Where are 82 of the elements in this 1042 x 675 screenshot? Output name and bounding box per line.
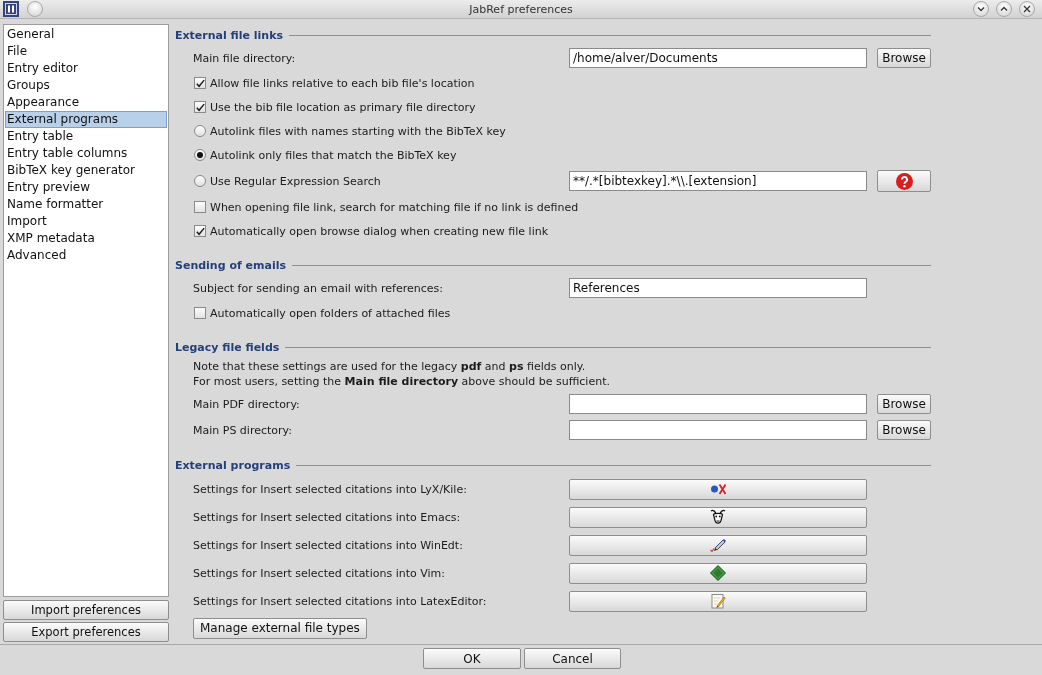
checkbox-label: Automatically open folders of attached files	[210, 306, 451, 320]
field-label: Main file directory:	[193, 51, 297, 65]
sidebar-item[interactable]: Name formatter	[5, 196, 167, 213]
text-field[interactable]	[569, 420, 867, 440]
dialog-button[interactable]: OK	[423, 648, 521, 669]
check-icon	[195, 226, 205, 236]
minimize-button[interactable]	[973, 1, 989, 17]
sidebar-item[interactable]: Entry preview	[5, 179, 167, 196]
manage-file-types-button[interactable]: Manage external file types	[193, 617, 367, 639]
sidebar-item[interactable]: Appearance	[5, 94, 167, 111]
checkbox[interactable]	[194, 201, 206, 213]
logo-icon	[710, 481, 726, 497]
checkbox[interactable]	[194, 101, 206, 113]
window-menu-button[interactable]	[27, 1, 43, 17]
checkbox-label: Allow file links relative to each bib file's location	[210, 76, 475, 90]
browse-button[interactable]: Browse	[877, 420, 931, 440]
sidebar-item[interactable]: BibTeX key generator	[5, 162, 167, 179]
close-icon	[1023, 5, 1031, 13]
text-field[interactable]	[569, 394, 867, 414]
checkbox-label: Use the bib file location as primary file directory	[210, 100, 476, 114]
field-label: Settings for Insert selected citations into Vim:	[193, 566, 446, 580]
field-label: Main PS directory:	[193, 423, 293, 437]
check-icon	[195, 78, 205, 88]
diamond-icon	[710, 565, 726, 581]
field-label: Subject for sending an email with references:	[193, 281, 445, 295]
checkbox[interactable]	[194, 77, 206, 89]
sidebar-item[interactable]: Groups	[5, 77, 167, 94]
note-text: Note that these settings are used for the legacy pdf and ps fields only.	[193, 359, 587, 374]
chevron-down-icon	[977, 5, 985, 13]
chevron-up-icon	[1000, 5, 1008, 13]
section-title: External programs	[175, 458, 291, 472]
settings-button[interactable]	[569, 590, 867, 612]
field-label: Settings for Insert selected citations into LatexEditor:	[193, 594, 488, 608]
radio-label: Autolink only files that match the BibTeX key	[210, 148, 457, 162]
notepad-pencil-icon	[710, 593, 726, 609]
radio-label: Use Regular Expression Search	[210, 174, 381, 188]
close-button[interactable]	[1019, 1, 1035, 17]
pen-icon	[710, 537, 726, 553]
window-title: JabRef preferences	[469, 2, 573, 16]
radio-button[interactable]	[194, 175, 206, 187]
sidebar-item[interactable]: XMP metadata	[5, 230, 167, 247]
section-title: Legacy file fields	[175, 340, 280, 354]
help-icon	[895, 172, 913, 190]
field-label: Settings for Insert selected citations into WinEdt:	[193, 538, 464, 552]
radio-button[interactable]	[194, 149, 206, 161]
animal-head-icon	[710, 509, 726, 525]
radio-button[interactable]	[194, 125, 206, 137]
sidebar-item[interactable]: Entry editor	[5, 60, 167, 77]
maximize-button[interactable]	[996, 1, 1012, 17]
settings-button[interactable]	[569, 478, 867, 500]
sidebar-item[interactable]: Entry table columns	[5, 145, 167, 162]
dialog-button[interactable]: Cancel	[524, 648, 621, 669]
checkbox-label: When opening file link, search for matching file if no link is defined	[210, 200, 579, 214]
sidebar-item[interactable]: File	[5, 43, 167, 60]
sidebar-item[interactable]: Entry table	[5, 128, 167, 145]
sidebar-item[interactable]: Import	[5, 213, 167, 230]
field-label: Settings for Insert selected citations into LyX/Kile:	[193, 482, 468, 496]
help-button[interactable]	[877, 170, 931, 192]
section-title: External file links	[175, 28, 284, 42]
radio-label: Autolink files with names starting with the BibTeX key	[210, 124, 506, 138]
sidebar-item[interactable]: Advanced	[5, 247, 167, 264]
field-label: Settings for Insert selected citations into Emacs:	[193, 510, 462, 524]
sidebar-item[interactable]: General	[5, 26, 167, 43]
checkbox[interactable]	[194, 225, 206, 237]
settings-button[interactable]	[569, 562, 867, 584]
checkbox-label: Automatically open browse dialog when creating new file link	[210, 224, 549, 238]
browse-button[interactable]: Browse	[877, 394, 931, 414]
text-field[interactable]: References	[569, 278, 867, 298]
preferences-button[interactable]: Export preferences	[3, 622, 169, 642]
app-logo-icon	[3, 1, 19, 17]
browse-button[interactable]: Browse	[877, 48, 931, 68]
field-label: Main PDF directory:	[193, 397, 301, 411]
sidebar-item[interactable]: External programs	[5, 111, 167, 128]
note-text: For most users, setting the Main file directory above should be sufficient.	[193, 374, 611, 389]
section-title: Sending of emails	[175, 258, 286, 272]
settings-button[interactable]	[569, 506, 867, 528]
text-field[interactable]: **/.*[bibtexkey].*\\.[extension]	[569, 171, 867, 191]
text-field[interactable]: /home/alver/Documents	[569, 48, 867, 68]
check-icon	[195, 102, 205, 112]
preferences-button[interactable]: Import preferences	[3, 600, 169, 620]
settings-button[interactable]	[569, 534, 867, 556]
checkbox[interactable]	[194, 307, 206, 319]
